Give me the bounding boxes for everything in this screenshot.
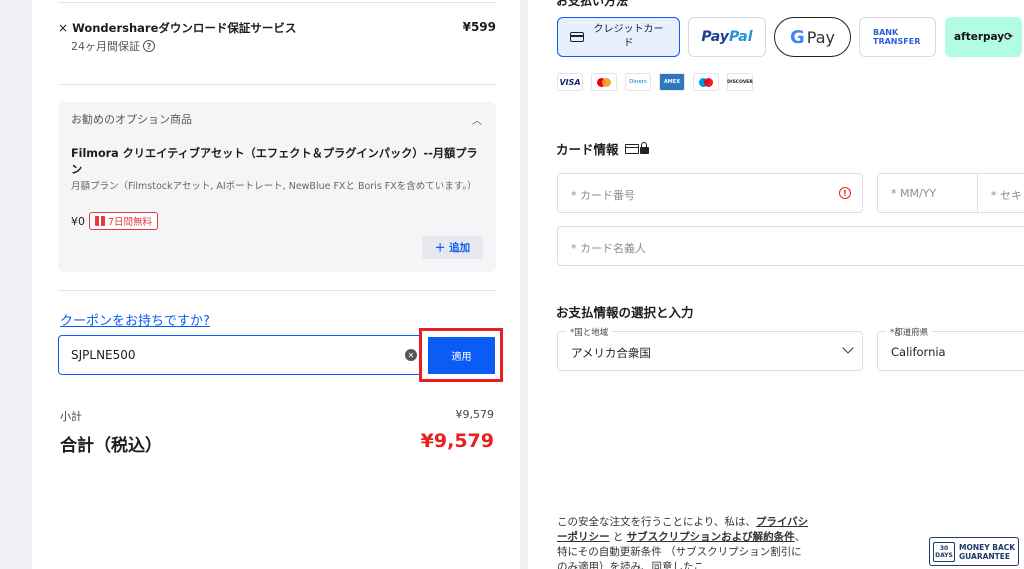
- option-price: ¥0: [71, 214, 85, 228]
- legal-text: この安全な注文を行うことにより、私は、プライバシーポリシー と サブスクリプショ…: [557, 516, 809, 569]
- item-price: ¥599: [462, 20, 496, 34]
- expiry-input[interactable]: * MM/YY: [877, 173, 978, 213]
- clear-icon[interactable]: ✕: [405, 349, 417, 361]
- chevron-up-icon[interactable]: ︿: [472, 112, 482, 127]
- google-g-icon: G: [790, 26, 805, 48]
- paypal-method-button[interactable]: Pay Pal: [688, 17, 766, 57]
- credit-card-method-button[interactable]: クレジットカード: [557, 17, 680, 57]
- divider: [58, 290, 496, 291]
- subtotal-value: ¥9,579: [455, 408, 495, 421]
- total-label: 合計（税込）: [60, 436, 162, 456]
- diners-club-icon: Diners: [625, 73, 651, 91]
- calendar-icon: 30 DAYS: [933, 541, 955, 562]
- divider: [58, 2, 496, 3]
- state-select[interactable]: *都道府県 California: [877, 326, 1024, 371]
- item-name: Wondershareダウンロード保証サービス: [72, 21, 297, 35]
- mastercard-icon: [591, 73, 617, 91]
- recommended-options-box: お勧めのオプション商品 ︿ Filmora クリエイティブアセット（エフェクト＆…: [58, 102, 496, 272]
- option-title: Filmora クリエイティブアセット（エフェクト＆プラグインパック）--月額プ…: [71, 147, 478, 176]
- bank-transfer-method-button[interactable]: BANK TRANSFER: [859, 17, 936, 57]
- gift-icon: [95, 216, 105, 226]
- discover-icon: DISCOVER: [727, 73, 753, 91]
- order-summary-panel: [32, 0, 520, 569]
- card-info-title: カード情報: [556, 139, 649, 158]
- coupon-input[interactable]: SJPLNE500 ✕: [58, 335, 420, 375]
- subscription-terms-link[interactable]: サブスクリプションおよび解約条件: [627, 531, 795, 543]
- amex-icon: AMEX: [659, 73, 685, 91]
- country-select[interactable]: *国と地域 アメリカ合衆国: [557, 326, 863, 371]
- cardholder-name-input[interactable]: * カード名義人: [557, 226, 1024, 266]
- coupon-value: SJPLNE500: [71, 348, 136, 362]
- coupon-link[interactable]: クーポンをお持ちですか?: [60, 310, 210, 329]
- option-description: 月額プラン（Filmstockアセット, AIポートレート, NewBlue F…: [71, 181, 477, 192]
- credit-card-icon: [569, 32, 584, 42]
- apply-coupon-button[interactable]: 適用: [428, 337, 495, 374]
- chevron-down-icon: [842, 342, 854, 354]
- cvc-input[interactable]: * セキ: [977, 173, 1024, 213]
- options-header: お勧めのオプション商品: [71, 113, 192, 126]
- paypal-logo: Pay: [701, 29, 729, 45]
- money-back-guarantee-badge: 30 DAYS MONEY BACK GUARANTEE: [929, 537, 1019, 566]
- afterpay-method-button[interactable]: afterpay⟳: [945, 17, 1022, 57]
- total-value: ¥9,579: [420, 430, 494, 452]
- card-number-input[interactable]: * カード番号 !: [557, 173, 863, 213]
- help-icon[interactable]: ?: [143, 40, 155, 52]
- google-pay-method-button[interactable]: G Pay: [774, 17, 851, 57]
- free-trial-badge: 7日間無料: [89, 212, 159, 230]
- maestro-icon: [693, 73, 719, 91]
- card-lock-icon: [624, 141, 649, 154]
- item-warranty: 24ヶ月間保証 ?: [71, 38, 155, 54]
- payment-method-title: お支払い方法: [556, 0, 629, 8]
- billing-title: お支払情報の選択と入力: [556, 305, 694, 320]
- divider: [58, 84, 496, 85]
- add-option-button[interactable]: ＋ 追加: [422, 236, 483, 259]
- option-price-row: ¥0 7日間無料: [71, 212, 159, 230]
- visa-icon: VISA: [557, 73, 583, 91]
- subtotal-label: 小計: [60, 410, 82, 423]
- remove-item-icon[interactable]: ×: [58, 21, 68, 35]
- warning-icon: !: [839, 187, 851, 199]
